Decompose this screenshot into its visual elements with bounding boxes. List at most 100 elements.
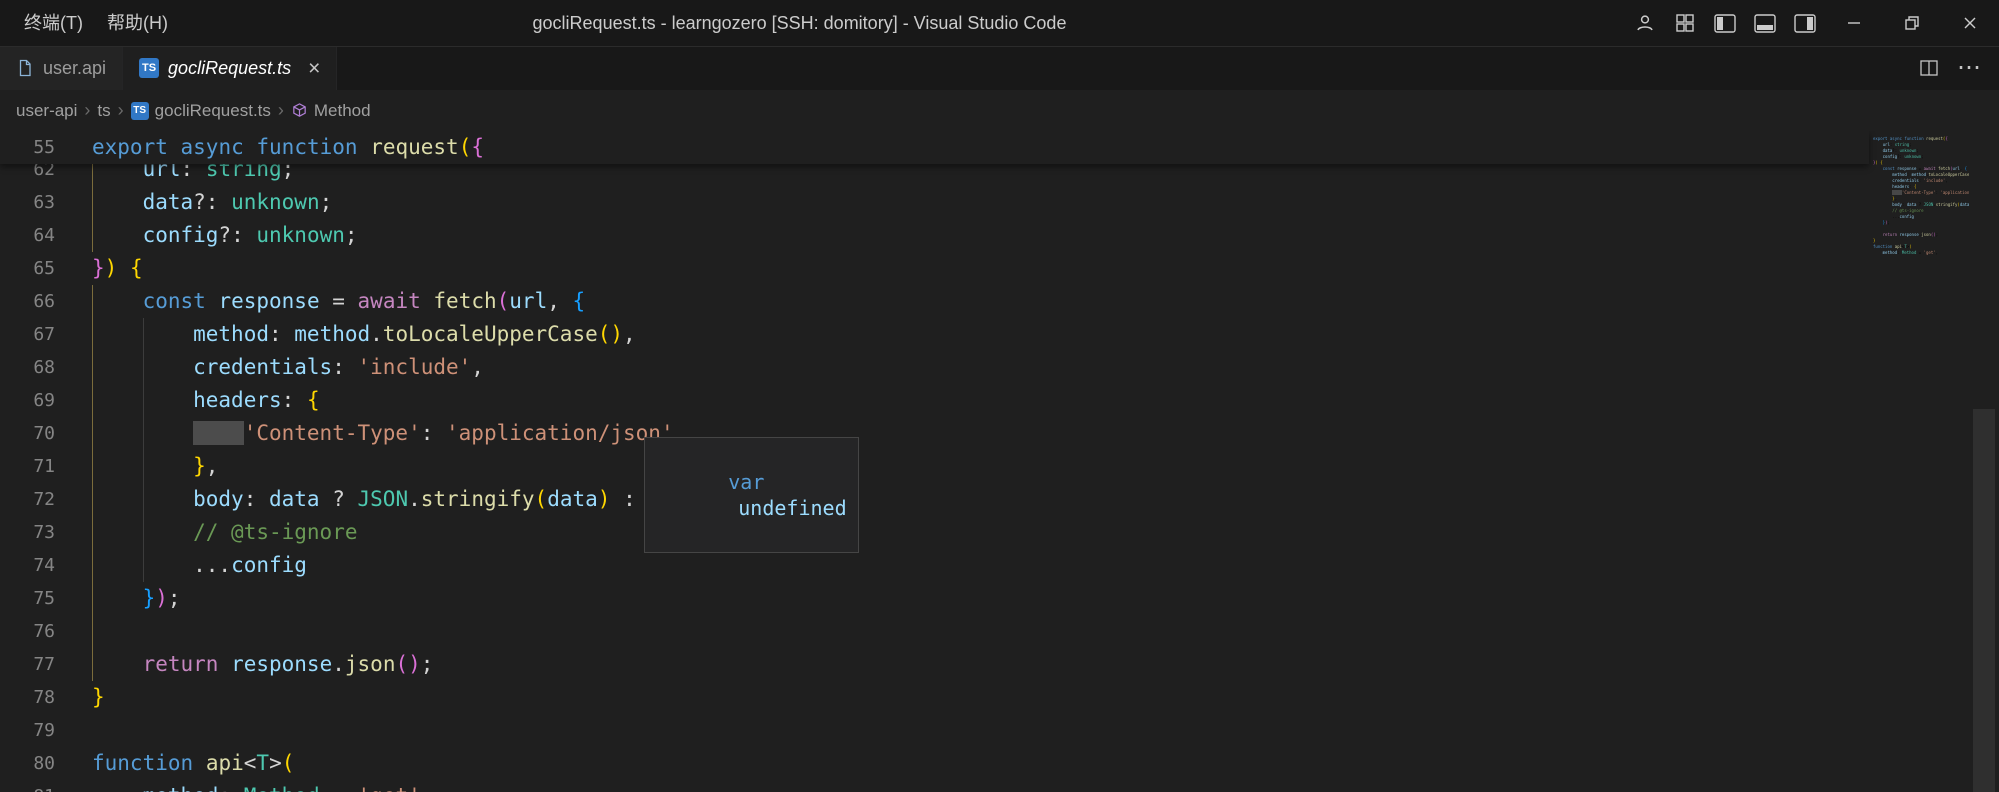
- menubar: 终端(T) 帮助(H): [0, 0, 180, 46]
- line-number: 69: [0, 384, 55, 417]
- line-number: 64: [0, 219, 55, 252]
- code-line[interactable]: 71 },: [0, 450, 1869, 483]
- code-text: method: Method = 'get',: [92, 780, 433, 792]
- code-line[interactable]: 80 function api<T>(: [0, 747, 1869, 780]
- close-button[interactable]: [1941, 0, 1999, 46]
- vertical-scrollbar[interactable]: [1969, 131, 1999, 792]
- code-line[interactable]: 67 method: method.toLocaleUpperCase(),: [0, 318, 1869, 351]
- line-number: 79: [0, 714, 55, 747]
- line-number: 66: [0, 285, 55, 318]
- tab-user-api[interactable]: user.api: [0, 46, 123, 90]
- code-line[interactable]: 63 data?: unknown;: [0, 186, 1869, 219]
- line-number: 67: [0, 318, 55, 351]
- customize-layout-icon[interactable]: [1665, 0, 1705, 46]
- code-line[interactable]: 64 config?: unknown;: [0, 219, 1869, 252]
- line-number: 55: [0, 131, 55, 164]
- code-text: ...config: [92, 549, 307, 582]
- code-line[interactable]: 77 return response.json();: [0, 648, 1869, 681]
- code-text: credentials: 'include',: [92, 351, 484, 384]
- menu-help[interactable]: 帮助(H): [95, 0, 180, 46]
- account-icon[interactable]: [1625, 0, 1665, 46]
- tab-bar: user.api TS gocliRequest.ts × ⋯: [0, 46, 1999, 90]
- line-number: 73: [0, 516, 55, 549]
- ts-file-icon: TS: [131, 102, 149, 120]
- minimize-button[interactable]: [1825, 0, 1883, 46]
- code-text: }: [92, 681, 105, 714]
- toggle-sidebar-right-icon[interactable]: [1785, 0, 1825, 46]
- hover-tooltip: var undefined: [644, 437, 859, 553]
- code-text: data?: unknown;: [92, 186, 332, 219]
- code-line[interactable]: 65 }) {: [0, 252, 1869, 285]
- code-line[interactable]: 75 });: [0, 582, 1869, 615]
- code-text: });: [92, 582, 181, 615]
- tab-goclirequest[interactable]: TS gocliRequest.ts ×: [123, 46, 337, 90]
- code-text: headers: {: [92, 384, 320, 417]
- sticky-line[interactable]: 55export async function request({: [0, 131, 1869, 164]
- code-line[interactable]: 68 credentials: 'include',: [0, 351, 1869, 384]
- line-number: 74: [0, 549, 55, 582]
- tab-label: user.api: [43, 58, 106, 79]
- breadcrumb-separator: ›: [81, 100, 93, 121]
- titlebar: 终端(T) 帮助(H) gocliRequest.ts - learngozer…: [0, 0, 1999, 46]
- editor-actions: ⋯: [1919, 46, 1999, 90]
- code-text: function api<T>(: [92, 747, 294, 780]
- code-lines: 62 url: string;63 data?: unknown;64 conf…: [0, 131, 1869, 792]
- tooltip-value: undefined: [738, 496, 846, 520]
- code-text: },: [92, 450, 218, 483]
- code-line[interactable]: 73 // @ts-ignore: [0, 516, 1869, 549]
- window-title: gocliRequest.ts - learngozero [SSH: domi…: [160, 13, 1439, 34]
- method-symbol-icon: [291, 102, 308, 119]
- menu-terminal[interactable]: 终端(T): [12, 0, 95, 46]
- vscode-window: 终端(T) 帮助(H) gocliRequest.ts - learngozer…: [0, 0, 1999, 792]
- code-text: [92, 615, 143, 648]
- toggle-sidebar-left-icon[interactable]: [1705, 0, 1745, 46]
- line-number: 68: [0, 351, 55, 384]
- more-actions-icon[interactable]: ⋯: [1957, 56, 1981, 80]
- tab-label: gocliRequest.ts: [168, 58, 291, 79]
- code-text: config?: unknown;: [92, 219, 358, 252]
- code-line[interactable]: 79: [0, 714, 1869, 747]
- line-number: 81: [0, 780, 55, 792]
- minimap-line: method: Method = 'get',: [1873, 250, 1969, 256]
- minimap[interactable]: export async function request({ url: str…: [1873, 131, 1969, 792]
- breadcrumb: user-api › ts › TS gocliRequest.ts › Met…: [0, 90, 1999, 131]
- line-number: 72: [0, 483, 55, 516]
- code-text: // @ts-ignore: [92, 516, 358, 549]
- breadcrumb-folder-ts[interactable]: ts: [97, 101, 110, 121]
- breadcrumb-file[interactable]: TS gocliRequest.ts: [131, 101, 271, 121]
- code-line[interactable]: 78}: [0, 681, 1869, 714]
- breadcrumb-separator: ›: [275, 100, 287, 121]
- line-number: 65: [0, 252, 55, 285]
- code-text: const response = await fetch(url, {: [92, 285, 585, 318]
- breadcrumb-folder[interactable]: user-api: [16, 101, 77, 121]
- toggle-panel-icon[interactable]: [1745, 0, 1785, 46]
- line-number: 75: [0, 582, 55, 615]
- file-icon: [16, 59, 34, 77]
- editor-pane[interactable]: 62 url: string;63 data?: unknown;64 conf…: [0, 131, 1999, 792]
- code-text: method: method.toLocaleUpperCase(),: [92, 318, 636, 351]
- code-line[interactable]: 74 ...config: [0, 549, 1869, 582]
- line-number: 77: [0, 648, 55, 681]
- split-editor-icon[interactable]: [1919, 58, 1939, 78]
- line-number: 76: [0, 615, 55, 648]
- scrollbar-slider[interactable]: [1973, 409, 1995, 792]
- code-line[interactable]: 70 'Content-Type': 'application/json': [0, 417, 1869, 450]
- code-text: 'Content-Type': 'application/json': [92, 417, 674, 450]
- breadcrumb-symbol-method[interactable]: Method: [291, 101, 371, 121]
- code-line[interactable]: 66 const response = await fetch(url, {: [0, 285, 1869, 318]
- line-number: 71: [0, 450, 55, 483]
- line-number: 78: [0, 681, 55, 714]
- minimap-content: export async function request({ url: str…: [1873, 136, 1969, 256]
- code-line[interactable]: 69 headers: {: [0, 384, 1869, 417]
- code-line[interactable]: 81 method: Method = 'get',: [0, 780, 1869, 792]
- restore-button[interactable]: [1883, 0, 1941, 46]
- tab-close-icon[interactable]: ×: [308, 58, 320, 79]
- line-number: 70: [0, 417, 55, 450]
- sticky-scroll[interactable]: 55export async function request({: [0, 131, 1869, 164]
- code-line[interactable]: 72 body: data ? JSON.stringify(data) : u…: [0, 483, 1869, 516]
- code-text: }) {: [92, 252, 143, 285]
- tooltip-keyword: var: [728, 470, 764, 494]
- code-line[interactable]: 76: [0, 615, 1869, 648]
- line-number: 80: [0, 747, 55, 780]
- code-text: return response.json();: [92, 648, 433, 681]
